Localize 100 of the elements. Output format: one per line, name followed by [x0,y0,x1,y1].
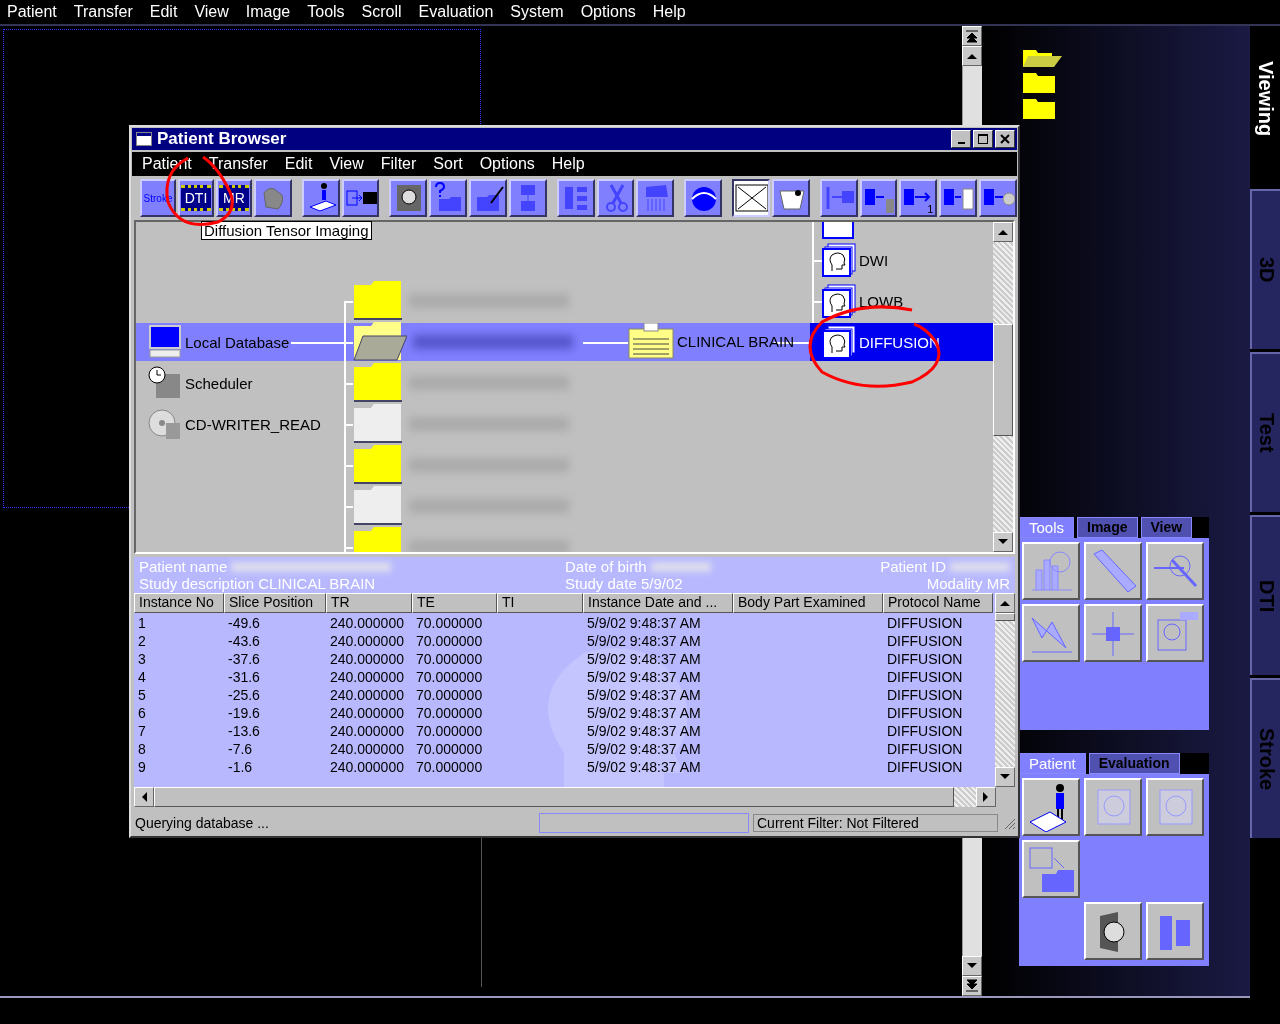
table-cell-text: 5/9/02 9:48:37 AM [586,651,702,669]
scroll-left-button[interactable] [134,787,154,807]
column-header[interactable]: TR [326,593,412,613]
column-header[interactable]: Protocol Name [883,593,993,613]
tree-item[interactable]: DWI [810,241,993,279]
table-cell-text: 7 [137,723,147,741]
minimize-button[interactable] [951,130,971,148]
table-cell-text: 5/9/02 9:48:37 AM [586,615,702,633]
tool-button[interactable] [1146,902,1204,960]
menu-item[interactable]: Patient [7,3,57,21]
table-cell-text: 8 [137,741,147,759]
menu-item[interactable]: View [329,155,364,173]
column-header[interactable]: TE [412,593,497,613]
up-arrow-icon [965,51,979,61]
menu-item[interactable]: Help [551,155,585,173]
tool-button[interactable] [1146,542,1204,600]
scroll-thumb[interactable] [995,613,1015,621]
right-arrow-icon [982,791,990,803]
scroll-down-button[interactable] [995,767,1015,787]
tool-button[interactable] [1084,778,1142,836]
scroll-up-button[interactable] [993,222,1013,242]
study-description: Study description CLINICAL BRAIN [139,575,377,592]
tree-item[interactable]: CD-WRITER_READ [148,407,321,441]
maximize-icon [978,134,988,144]
scroll-down-button[interactable] [962,956,982,976]
column-header[interactable]: TI [497,593,583,613]
close-button[interactable] [995,130,1015,148]
modality: Modality MR [925,575,1010,592]
tool-button[interactable] [1146,604,1204,662]
cross-box-icon [734,181,768,215]
table-cell-text: 5/9/02 9:48:37 AM [586,723,702,741]
menu-item[interactable]: Edit [149,3,178,21]
tool-button[interactable] [1084,542,1142,600]
toolbar-button[interactable]: DTI [178,179,214,217]
menu-item[interactable]: Edit [284,155,313,173]
menu-item[interactable]: Sort [433,155,463,173]
menu-item[interactable]: Scroll [361,3,402,21]
left-arrow-icon [140,791,148,803]
scroll-up-button[interactable] [962,46,982,66]
table-cell-text: DIFFUSION [886,687,964,705]
table-cell-text: -1.6 [227,759,254,777]
table-cell-text: 3 [137,651,147,669]
column-header[interactable]: Slice Position [224,593,326,613]
table-cell-text: 70.000000 [415,633,484,651]
column-header[interactable]: Instance No [134,593,224,613]
table-cell-text: DIFFUSION [886,615,964,633]
menu-item[interactable]: Image [245,3,291,21]
blurred-value [950,561,1010,572]
tool-button[interactable] [1084,604,1142,662]
tool-button[interactable] [1022,778,1080,836]
menu-item[interactable]: Help [652,3,686,21]
computer-icon [148,325,182,359]
scroll-right-button[interactable] [976,787,996,807]
menu-item[interactable]: View [194,3,229,21]
tool-button[interactable] [1022,542,1080,600]
table-cell-text: 5/9/02 9:48:37 AM [586,669,702,687]
column-header[interactable]: Instance Date and ... [583,593,733,613]
scrollbar[interactable] [995,593,1015,787]
menu-item[interactable]: System [510,3,564,21]
table-cell-text: DIFFUSION [886,669,964,687]
up-arrow-icon [999,599,1011,607]
window-icon [136,132,152,146]
double-down-arrow-icon [965,979,979,993]
toolbar-button[interactable] [732,179,770,217]
menu-item[interactable]: Tools [307,3,345,21]
menu-item[interactable]: Transfer [73,3,133,21]
scroll-bottom-button[interactable] [962,976,982,996]
menu-item[interactable]: Filter [380,155,417,173]
tree-item[interactable]: Local Database [148,325,290,359]
table-cell-text: 2 [137,633,147,651]
table-cell-text: 70.000000 [415,615,484,633]
table-cell-text: 240.000000 [329,651,405,669]
head-series-icon [822,222,856,240]
menu-item[interactable]: Evaluation [418,3,494,21]
column-header[interactable]: Body Part Examined [733,593,883,613]
scroll-down-button[interactable] [993,532,1013,552]
menu-item[interactable]: Options [580,3,636,21]
table-cell-text: DIFFUSION [886,705,964,723]
toolbar-button[interactable]: 1 [899,179,938,217]
table-cell-text: 70.000000 [415,651,484,669]
table-cell-text: DIFFUSION [886,759,964,777]
tool-button[interactable] [1084,902,1142,960]
resize-grip-icon[interactable] [1002,816,1016,830]
scroll-thumb[interactable] [993,324,1013,436]
table-cell-text: 5/9/02 9:48:37 AM [586,687,702,705]
maximize-button[interactable] [973,130,993,148]
folder-icon [1022,72,1056,94]
tooltip: Diffusion Tensor Imaging [201,221,372,240]
tool-button[interactable] [1022,840,1080,898]
tool-button[interactable] [1146,778,1204,836]
scroll-up-button[interactable] [995,593,1015,613]
side-tab[interactable]: Viewing [1250,26,1280,186]
tree-item[interactable]: CLINICAL BRAIN [628,323,794,359]
tree-item[interactable]: Scheduler [148,366,253,400]
scrollbar[interactable] [993,222,1013,552]
table-cell-text: 240.000000 [329,687,405,705]
tool-button[interactable] [1022,604,1080,662]
scroll-top-button[interactable] [962,26,982,46]
table-cell-text: 5/9/02 9:48:37 AM [586,741,702,759]
menu-item[interactable]: Options [479,155,535,173]
